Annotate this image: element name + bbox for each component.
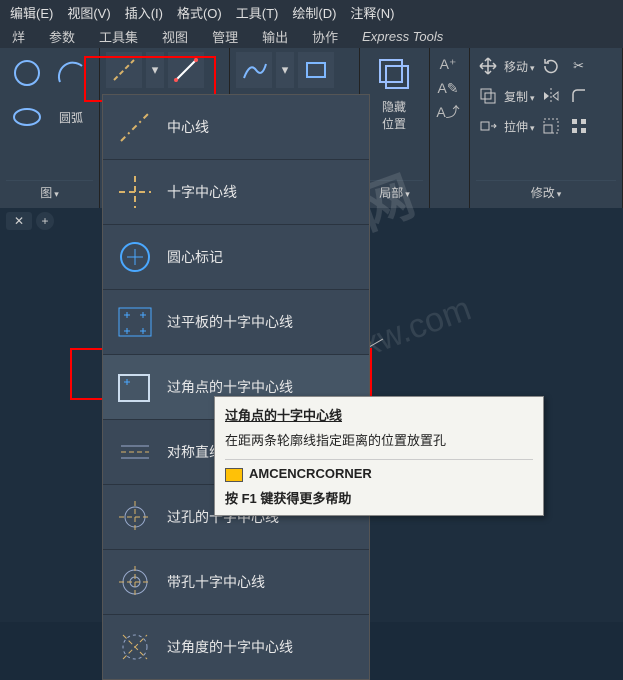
ribbon-tab-2[interactable]: 工具集: [89, 25, 148, 48]
panel-modify: 移动 ✂ 复制: [470, 48, 623, 208]
rect-icon[interactable]: [298, 52, 334, 88]
dd-plate-cross[interactable]: 过平板的十字中心线: [103, 290, 369, 355]
centerline-icon: [113, 105, 157, 149]
fillet-icon[interactable]: [567, 84, 591, 108]
menu-view[interactable]: 视图(V): [61, 1, 116, 24]
dd-cross-center[interactable]: 十字中心线: [103, 160, 369, 225]
panel-text: A⁺ A✎ A⤴: [430, 48, 470, 208]
arc-tool-icon[interactable]: [50, 52, 92, 94]
spline-icon[interactable]: [236, 52, 272, 88]
menu-edit[interactable]: 编辑(E): [4, 1, 59, 24]
ribbon-tab-0[interactable]: 烊: [2, 25, 35, 48]
ribbon-tab-express[interactable]: Express Tools: [352, 27, 453, 46]
circle-tool-icon[interactable]: [6, 52, 48, 94]
tooltip-command: AMCENCRCORNER: [225, 466, 533, 482]
dd-circle-center[interactable]: 圆心标记: [103, 225, 369, 290]
trim-icon[interactable]: ✂: [567, 54, 591, 78]
ribbon-tab-6[interactable]: 协作: [302, 25, 348, 48]
array-icon[interactable]: [567, 114, 591, 138]
menu-insert[interactable]: 插入(I): [119, 1, 169, 24]
dd-centerline[interactable]: 中心线: [103, 95, 369, 160]
mirror-icon[interactable]: [539, 84, 563, 108]
drawing-tab-close[interactable]: ✕: [6, 212, 32, 230]
scale-icon[interactable]: [539, 114, 563, 138]
centerline-dropdown: 中心线 十字中心线 圆心标记 过平板的十字中心线 过角点的十字中心线 对称直线: [102, 94, 370, 680]
sym-line-icon: [113, 430, 157, 474]
rotate-icon[interactable]: [539, 54, 563, 78]
tooltip: 过角点的十字中心线 在距两条轮廓线指定距离的位置放置孔 AMCENCRCORNE…: [214, 396, 544, 516]
drawing-tab-add[interactable]: +: [36, 212, 54, 230]
dd-angle-cross[interactable]: 过角度的十字中心线: [103, 615, 369, 679]
panel-draw: 圆弧 图: [0, 48, 100, 208]
ribbon-tab-3[interactable]: 视图: [152, 25, 198, 48]
move-icon[interactable]: [476, 54, 500, 78]
plate-cross-icon: [113, 300, 157, 344]
corner-cross-icon: [113, 365, 157, 409]
arc-label: 圆弧: [50, 96, 92, 138]
move-label[interactable]: 移动: [504, 58, 535, 75]
tooltip-desc: 在距两条轮廓线指定距离的位置放置孔: [225, 430, 533, 449]
panel-hidden: 隐藏 位置 局部: [360, 48, 430, 208]
tooltip-title: 过角点的十字中心线: [225, 405, 533, 424]
menu-annotate[interactable]: 注释(N): [344, 1, 400, 24]
menu-tools[interactable]: 工具(T): [230, 1, 285, 24]
panel-modify-label[interactable]: 修改: [476, 180, 616, 204]
centerline-button[interactable]: [106, 52, 142, 88]
dd-hole-cross-2[interactable]: 带孔十字中心线: [103, 550, 369, 615]
cross-center-icon: [113, 170, 157, 214]
menu-bar: 编辑(E) 视图(V) 插入(I) 格式(O) 工具(T) 绘制(D) 注释(N…: [0, 0, 623, 24]
command-icon: [225, 468, 243, 482]
ribbon-tab-1[interactable]: 参数: [39, 25, 85, 48]
circle-center-icon: [113, 235, 157, 279]
hole-cross2-icon: [113, 560, 157, 604]
copy-icon[interactable]: [476, 84, 500, 108]
stretch-label[interactable]: 拉伸: [504, 118, 535, 135]
layers-icon: [372, 52, 416, 96]
dd-label: 圆心标记: [167, 247, 223, 267]
menu-format[interactable]: 格式(O): [171, 1, 228, 24]
ribbon-tab-5[interactable]: 输出: [252, 25, 298, 48]
panel-hidden-label[interactable]: 局部: [366, 180, 423, 204]
text-a2-icon[interactable]: A✎: [436, 76, 460, 100]
ribbon-tab-4[interactable]: 管理: [202, 25, 248, 48]
hole-cross-icon: [113, 495, 157, 539]
ribbon-tabs: 烊 参数 工具集 视图 管理 输出 协作 Express Tools: [0, 24, 623, 48]
line-diag-icon[interactable]: [168, 52, 204, 88]
dd-label: 十字中心线: [167, 182, 237, 202]
tooltip-help: 按 F1 键获得更多帮助: [225, 488, 533, 507]
hide-position-button[interactable]: 隐藏 位置: [366, 52, 422, 132]
stretch-icon[interactable]: [476, 114, 500, 138]
dd-label: 过角点的十字中心线: [167, 377, 293, 397]
panel-draw-label[interactable]: 图: [6, 180, 93, 204]
text-a-icon[interactable]: A⁺: [436, 52, 460, 76]
centerline-dropdown-arrow[interactable]: ▾: [146, 52, 164, 88]
text-a3-icon[interactable]: A⤴: [436, 100, 460, 124]
angle-cross-icon: [113, 625, 157, 669]
dd-label: 带孔十字中心线: [167, 572, 265, 592]
dd-label: 中心线: [167, 117, 209, 137]
menu-draw[interactable]: 绘制(D): [286, 1, 342, 24]
spline-dd[interactable]: ▾: [276, 52, 294, 88]
copy-label[interactable]: 复制: [504, 88, 535, 105]
dd-label: 过角度的十字中心线: [167, 637, 293, 657]
dd-label: 过平板的十字中心线: [167, 312, 293, 332]
ellipse-tool-icon[interactable]: [6, 96, 48, 138]
